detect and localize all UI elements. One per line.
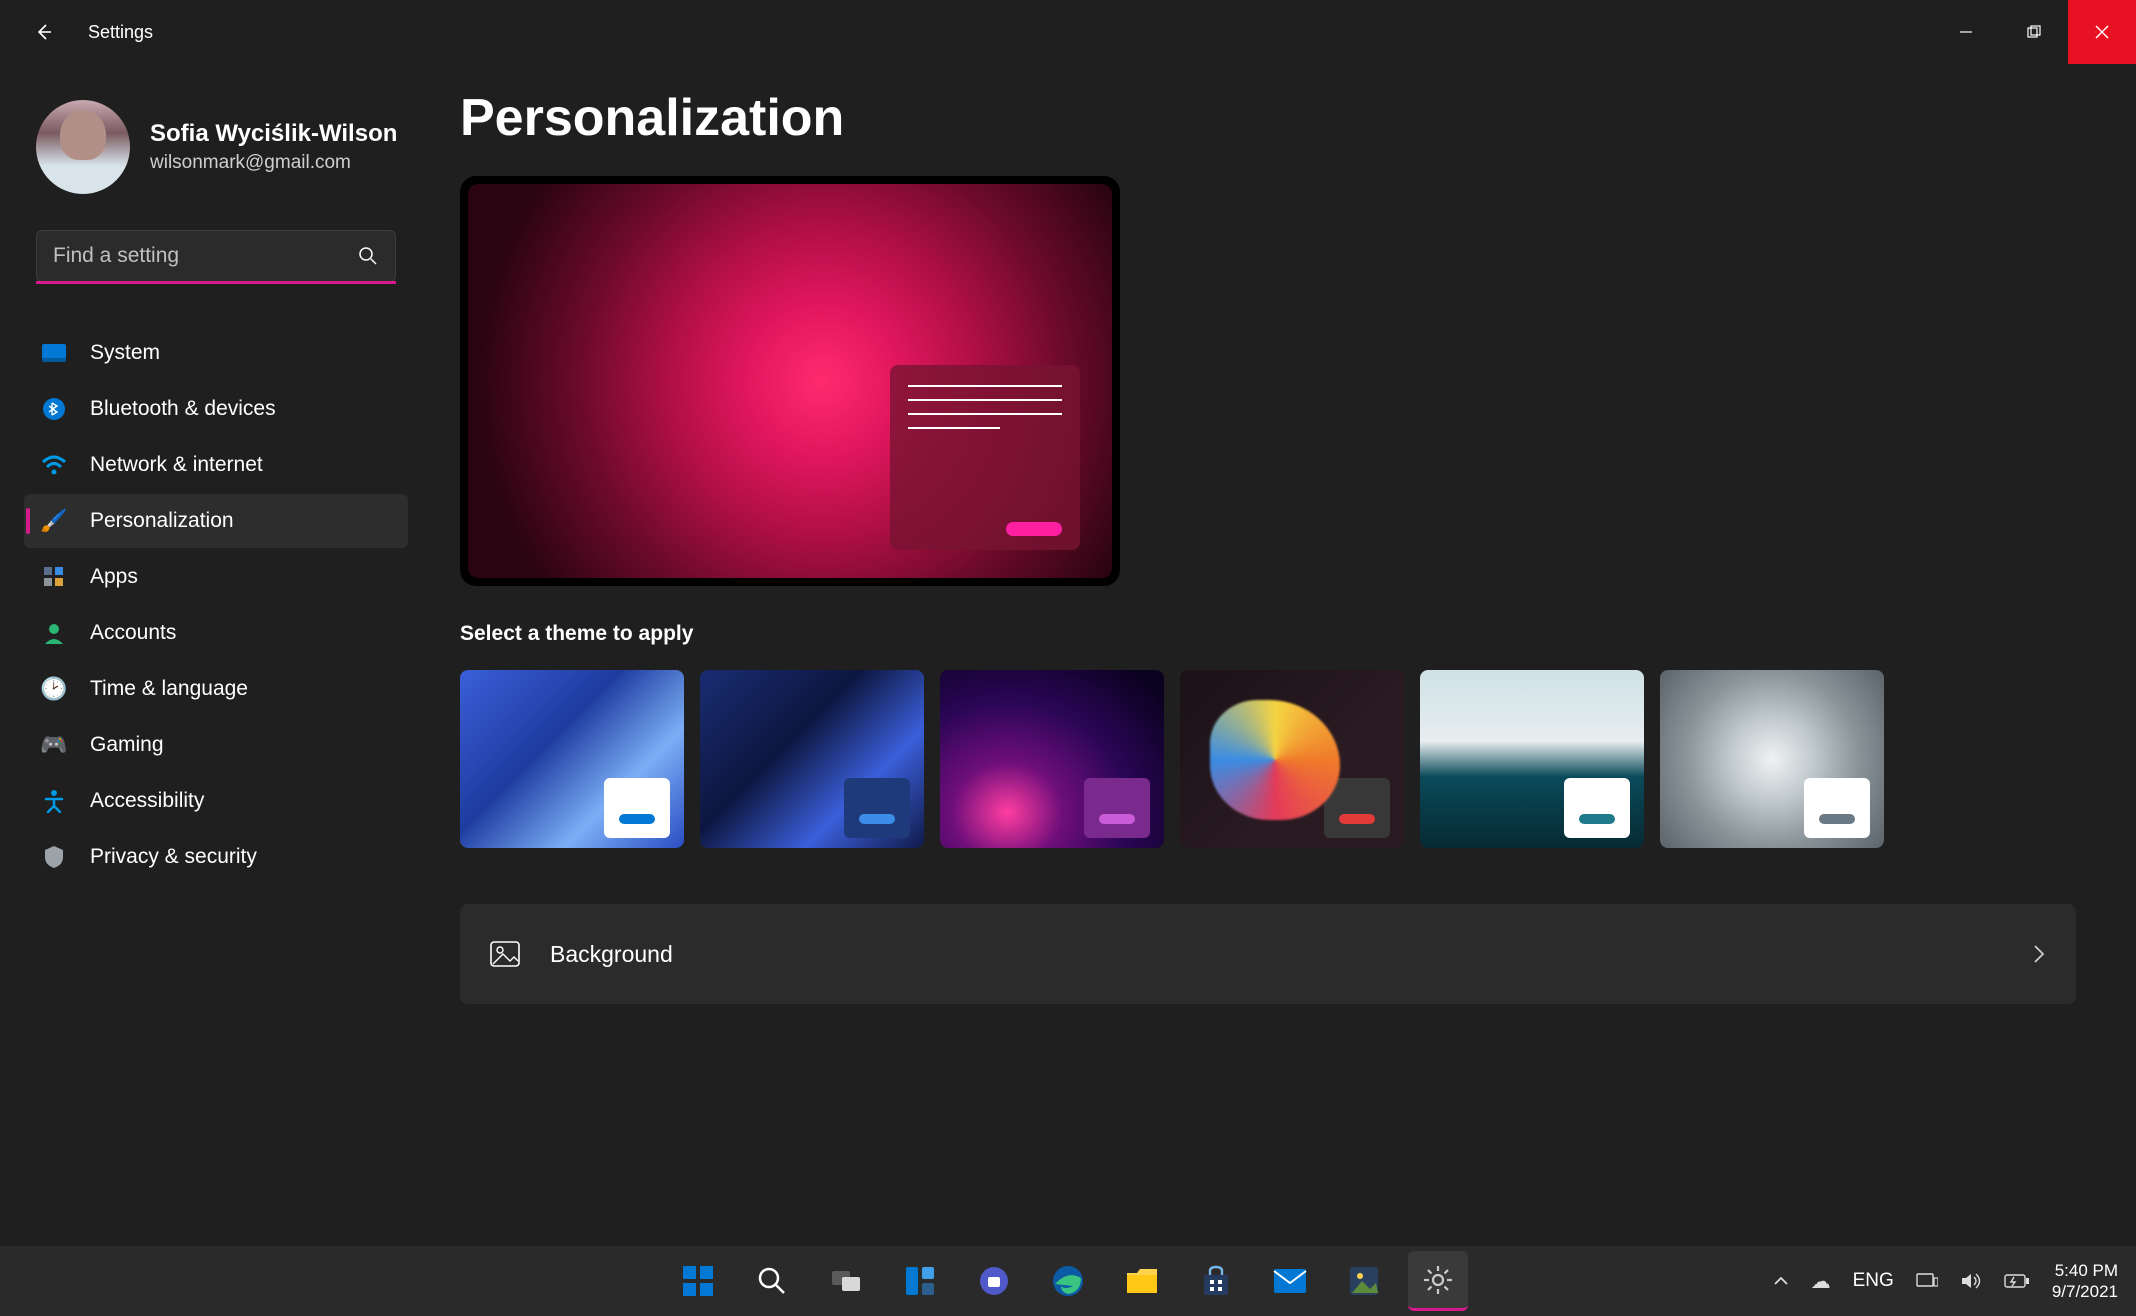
tray-chevron-icon[interactable] <box>1773 1275 1789 1287</box>
taskbar-search[interactable] <box>742 1251 802 1311</box>
edge[interactable] <box>1038 1251 1098 1311</box>
titlebar: Settings <box>0 0 2136 64</box>
nav-label: Time & language <box>90 677 248 701</box>
theme-flow[interactable] <box>1180 670 1404 848</box>
onedrive-icon[interactable]: ☁ <box>1811 1269 1831 1294</box>
profile-name: Sofia Wyciślik-Wilson <box>150 120 397 148</box>
nav-accounts[interactable]: Accounts <box>24 606 408 660</box>
clock-icon: 🕑 <box>40 675 68 703</box>
nav-system[interactable]: System <box>24 326 408 380</box>
theme-landscape[interactable] <box>1420 670 1644 848</box>
battery-icon[interactable] <box>2004 1273 2030 1289</box>
widgets[interactable] <box>890 1251 950 1311</box>
file-explorer[interactable] <box>1112 1251 1172 1311</box>
chat[interactable] <box>964 1251 1024 1311</box>
volume-icon[interactable] <box>1960 1272 1982 1290</box>
nav-privacy[interactable]: Privacy & security <box>24 830 408 884</box>
nav-personalization[interactable]: 🖌️ Personalization <box>24 494 408 548</box>
sidebar: Sofia Wyciślik-Wilson wilsonmark@gmail.c… <box>0 64 420 1246</box>
close-icon <box>2094 24 2110 40</box>
profile-email: wilsonmark@gmail.com <box>150 152 397 174</box>
maximize-icon <box>2027 25 2041 39</box>
task-view[interactable] <box>816 1251 876 1311</box>
nav-label: Network & internet <box>90 453 263 477</box>
system-icon <box>40 339 68 367</box>
minimize-button[interactable] <box>1932 0 2000 64</box>
nav-label: Bluetooth & devices <box>90 397 276 421</box>
profile[interactable]: Sofia Wyciślik-Wilson wilsonmark@gmail.c… <box>24 100 408 194</box>
search-accent <box>36 281 396 284</box>
language-indicator[interactable]: ENG <box>1853 1270 1894 1292</box>
theme-grid <box>460 670 2096 848</box>
nav-bluetooth[interactable]: Bluetooth & devices <box>24 382 408 436</box>
chevron-right-icon <box>2032 944 2046 964</box>
picture-icon <box>490 941 520 967</box>
photos[interactable] <box>1334 1251 1394 1311</box>
nav-gaming[interactable]: 🎮 Gaming <box>24 718 408 772</box>
theme-dark-blue[interactable] <box>700 670 924 848</box>
nav-label: Personalization <box>90 509 234 533</box>
shield-icon <box>40 843 68 871</box>
clock-time: 5:40 PM <box>2052 1260 2118 1281</box>
store[interactable] <box>1186 1251 1246 1311</box>
search-icon <box>358 246 378 266</box>
clock[interactable]: 5:40 PM 9/7/2021 <box>2052 1260 2118 1303</box>
nav-label: Gaming <box>90 733 164 757</box>
nav-label: Accessibility <box>90 789 204 813</box>
theme-section-label: Select a theme to apply <box>460 622 2096 646</box>
nav-time[interactable]: 🕑 Time & language <box>24 662 408 716</box>
nav: System Bluetooth & devices Network & int… <box>24 326 408 884</box>
nav-label: Accounts <box>90 621 176 645</box>
close-button[interactable] <box>2068 0 2136 64</box>
search-input[interactable] <box>36 230 396 282</box>
nav-label: System <box>90 341 160 365</box>
content: Personalization Select a theme to apply … <box>420 64 2136 1246</box>
paintbrush-icon: 🖌️ <box>40 507 68 535</box>
mail[interactable] <box>1260 1251 1320 1311</box>
maximize-button[interactable] <box>2000 0 2068 64</box>
wifi-icon <box>40 451 68 479</box>
app-title: Settings <box>88 22 153 43</box>
network-tray-icon[interactable] <box>1916 1272 1938 1290</box>
theme-purple[interactable] <box>940 670 1164 848</box>
person-icon <box>40 619 68 647</box>
background-card[interactable]: Background <box>460 904 2076 1004</box>
desktop-preview <box>460 176 1120 586</box>
nav-apps[interactable]: Apps <box>24 550 408 604</box>
avatar <box>36 100 130 194</box>
back-arrow-icon <box>34 22 54 42</box>
bluetooth-icon <box>40 395 68 423</box>
start-button[interactable] <box>668 1251 728 1311</box>
taskbar-settings[interactable] <box>1408 1251 1468 1311</box>
theme-glow[interactable] <box>1660 670 1884 848</box>
taskbar: ☁ ENG 5:40 PM 9/7/2021 <box>0 1246 2136 1316</box>
page-title: Personalization <box>460 88 2096 148</box>
accessibility-icon <box>40 787 68 815</box>
search-box[interactable] <box>36 230 396 282</box>
window-controls <box>1932 0 2136 64</box>
back-button[interactable] <box>32 20 56 44</box>
taskbar-center <box>668 1251 1468 1311</box>
preview-window <box>890 365 1080 550</box>
nav-label: Apps <box>90 565 138 589</box>
nav-label: Privacy & security <box>90 845 257 869</box>
nav-network[interactable]: Network & internet <box>24 438 408 492</box>
system-tray: ☁ ENG 5:40 PM 9/7/2021 <box>1773 1260 2118 1303</box>
gamepad-icon: 🎮 <box>40 731 68 759</box>
minimize-icon <box>1959 25 1973 39</box>
clock-date: 9/7/2021 <box>2052 1281 2118 1302</box>
nav-accessibility[interactable]: Accessibility <box>24 774 408 828</box>
card-label: Background <box>550 941 673 968</box>
apps-icon <box>40 563 68 591</box>
theme-light-blue[interactable] <box>460 670 684 848</box>
